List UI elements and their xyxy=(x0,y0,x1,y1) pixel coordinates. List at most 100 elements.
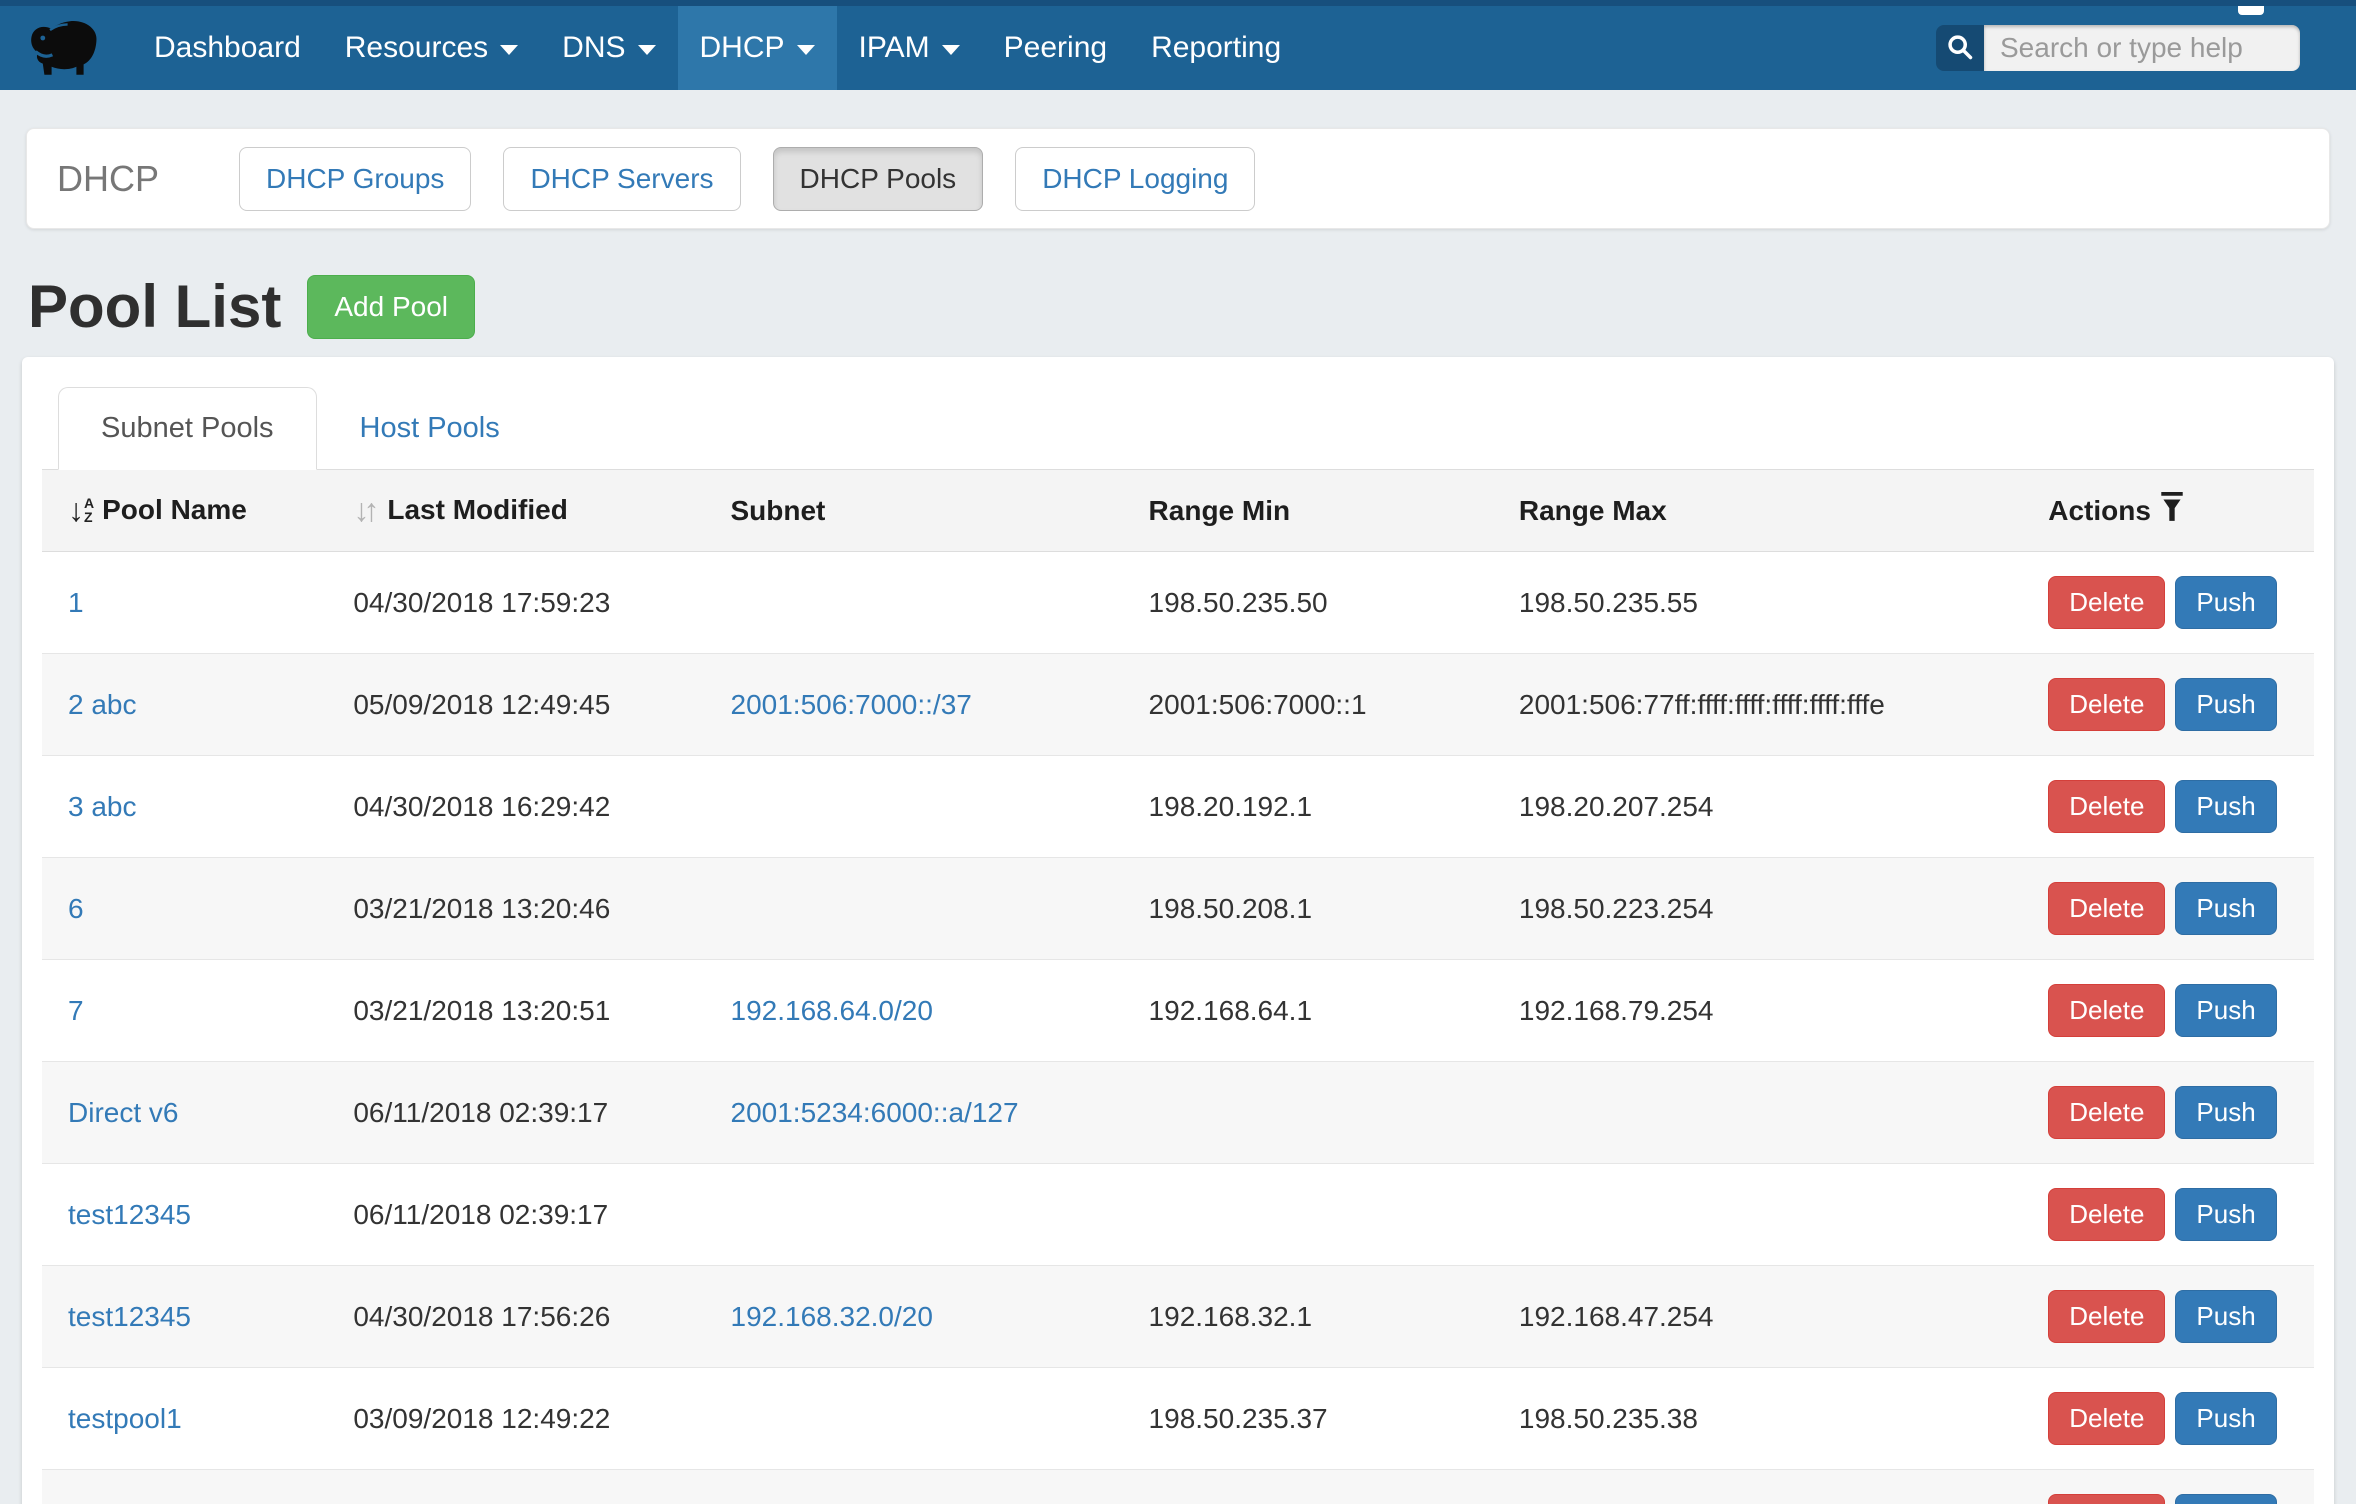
range-max-cell: 198.50.235.30 xyxy=(1503,1470,2032,1504)
nav-label: Peering xyxy=(1004,31,1107,65)
range-max-cell: 192.168.79.254 xyxy=(1503,960,2032,1062)
subnet-link[interactable]: 192.168.64.0/20 xyxy=(731,995,933,1026)
column-header-range-min: Range Min xyxy=(1133,470,1503,552)
range-min-cell: 192.168.64.1 xyxy=(1133,960,1503,1062)
pool-table-row: TestPool1 04/27/2018 12:36:20 198.50.235… xyxy=(42,1470,2314,1504)
delete-button[interactable]: Delete xyxy=(2048,678,2165,731)
range-min-cell: 198.20.192.1 xyxy=(1133,756,1503,858)
nav-label: Resources xyxy=(345,31,488,65)
range-min-cell: 198.50.235.29 xyxy=(1133,1470,1503,1504)
nav-item-reporting[interactable]: Reporting xyxy=(1129,6,1303,90)
range-max-cell xyxy=(1503,1164,2032,1266)
nav-label: IPAM xyxy=(859,31,930,65)
pool-name-link[interactable]: testpool1 xyxy=(68,1403,182,1434)
range-min-cell: 198.50.208.1 xyxy=(1133,858,1503,960)
tab-host-pools[interactable]: Host Pools xyxy=(317,387,543,470)
last-modified-cell: 03/21/2018 13:20:51 xyxy=(337,960,714,1062)
range-min-cell: 198.50.235.50 xyxy=(1133,552,1503,654)
dhcp-logging-button[interactable]: DHCP Logging xyxy=(1015,147,1255,211)
range-min-cell: 192.168.32.1 xyxy=(1133,1266,1503,1368)
delete-button[interactable]: Delete xyxy=(2048,984,2165,1037)
push-button[interactable]: Push xyxy=(2175,1290,2276,1343)
delete-button[interactable]: Delete xyxy=(2048,1392,2165,1445)
pool-name-link[interactable]: Direct v6 xyxy=(68,1097,178,1128)
add-pool-button[interactable]: Add Pool xyxy=(307,275,475,339)
pool-table-row: test12345 04/30/2018 17:56:26 192.168.32… xyxy=(42,1266,2314,1368)
filter-icon[interactable] xyxy=(2159,492,2185,529)
push-button[interactable]: Push xyxy=(2175,576,2276,629)
tab-subnet-pools[interactable]: Subnet Pools xyxy=(58,387,317,470)
subnet-link[interactable]: 192.168.32.0/20 xyxy=(731,1301,933,1332)
subnet-link[interactable]: 2001:5234:6000::a/127 xyxy=(731,1097,1019,1128)
last-modified-cell: 04/30/2018 17:59:23 xyxy=(337,552,714,654)
nav-item-peering[interactable]: Peering xyxy=(982,6,1129,90)
pool-tabs: Subnet Pools Host Pools xyxy=(42,387,2314,470)
column-header-range-max: Range Max xyxy=(1503,470,2032,552)
delete-button[interactable]: Delete xyxy=(2048,1494,2165,1504)
pool-name-link[interactable]: 3 abc xyxy=(68,791,137,822)
caret-down-icon xyxy=(797,45,815,55)
pool-table: ↓ AZ Pool Name ↓↑ Last Modified Subnet xyxy=(42,470,2314,1504)
mammoth-logo-icon xyxy=(26,14,106,83)
nav-item-dhcp[interactable]: DHCP xyxy=(678,6,837,90)
brand-logo[interactable] xyxy=(0,6,132,90)
range-min-cell xyxy=(1133,1164,1503,1266)
delete-button[interactable]: Delete xyxy=(2048,780,2165,833)
top-navbar: Dashboard Resources DNS DHCP IPAM Peerin… xyxy=(0,0,2356,90)
pool-name-link[interactable]: 6 xyxy=(68,893,84,924)
delete-button[interactable]: Delete xyxy=(2048,1188,2165,1241)
push-button[interactable]: Push xyxy=(2175,1188,2276,1241)
pool-name-link[interactable]: 1 xyxy=(68,587,84,618)
pool-list-panel: Subnet Pools Host Pools ↓ AZ Pool Name xyxy=(22,357,2334,1504)
pool-name-link[interactable]: 7 xyxy=(68,995,84,1026)
dhcp-servers-button[interactable]: DHCP Servers xyxy=(503,147,740,211)
column-header-last-modified[interactable]: ↓↑ Last Modified xyxy=(337,470,714,552)
last-modified-cell: 06/11/2018 02:39:17 xyxy=(337,1062,714,1164)
push-button[interactable]: Push xyxy=(2175,984,2276,1037)
delete-button[interactable]: Delete xyxy=(2048,576,2165,629)
push-button[interactable]: Push xyxy=(2175,1494,2276,1504)
last-modified-cell: 04/30/2018 17:56:26 xyxy=(337,1266,714,1368)
nav-item-dashboard[interactable]: Dashboard xyxy=(132,6,323,90)
range-max-cell: 198.20.207.254 xyxy=(1503,756,2032,858)
delete-button[interactable]: Delete xyxy=(2048,1086,2165,1139)
global-search xyxy=(1936,25,2300,71)
dhcp-groups-button[interactable]: DHCP Groups xyxy=(239,147,471,211)
subnet-link[interactable]: 2001:506:7000::/37 xyxy=(731,689,972,720)
pool-name-link[interactable]: test12345 xyxy=(68,1199,191,1230)
push-button[interactable]: Push xyxy=(2175,678,2276,731)
search-button[interactable] xyxy=(1936,25,1984,71)
last-modified-cell: 06/11/2018 02:39:17 xyxy=(337,1164,714,1266)
range-max-cell: 192.168.47.254 xyxy=(1503,1266,2032,1368)
range-min-cell: 2001:506:7000::1 xyxy=(1133,654,1503,756)
nav-item-ipam[interactable]: IPAM xyxy=(837,6,982,90)
last-modified-cell: 04/30/2018 16:29:42 xyxy=(337,756,714,858)
push-button[interactable]: Push xyxy=(2175,1086,2276,1139)
last-modified-cell: 03/21/2018 13:20:46 xyxy=(337,858,714,960)
column-header-pool-name[interactable]: ↓ AZ Pool Name xyxy=(42,470,337,552)
delete-button[interactable]: Delete xyxy=(2048,882,2165,935)
nav-label: Dashboard xyxy=(154,31,301,65)
subnav-title: DHCP xyxy=(57,158,207,200)
caret-down-icon xyxy=(942,45,960,55)
push-button[interactable]: Push xyxy=(2175,882,2276,935)
dhcp-pools-button[interactable]: DHCP Pools xyxy=(773,147,984,211)
pool-table-row: 7 03/21/2018 13:20:51 192.168.64.0/20 19… xyxy=(42,960,2314,1062)
nav-item-dns[interactable]: DNS xyxy=(540,6,677,90)
pool-name-link[interactable]: 2 abc xyxy=(68,689,137,720)
pool-table-row: test12345 06/11/2018 02:39:17 Delete Pus… xyxy=(42,1164,2314,1266)
nav-item-resources[interactable]: Resources xyxy=(323,6,540,90)
delete-button[interactable]: Delete xyxy=(2048,1290,2165,1343)
range-max-cell xyxy=(1503,1062,2032,1164)
last-modified-cell: 04/27/2018 12:36:20 xyxy=(337,1470,714,1504)
column-header-subnet: Subnet xyxy=(715,470,1133,552)
search-input[interactable] xyxy=(1984,25,2300,71)
push-button[interactable]: Push xyxy=(2175,780,2276,833)
pool-table-row: 1 04/30/2018 17:59:23 198.50.235.50 198.… xyxy=(42,552,2314,654)
dhcp-subnav: DHCP DHCP Groups DHCP Servers DHCP Pools… xyxy=(26,128,2330,229)
pool-table-header-row: ↓ AZ Pool Name ↓↑ Last Modified Subnet xyxy=(42,470,2314,552)
column-header-actions: Actions xyxy=(2032,470,2314,552)
range-max-cell: 198.50.235.38 xyxy=(1503,1368,2032,1470)
pool-name-link[interactable]: test12345 xyxy=(68,1301,191,1332)
push-button[interactable]: Push xyxy=(2175,1392,2276,1445)
